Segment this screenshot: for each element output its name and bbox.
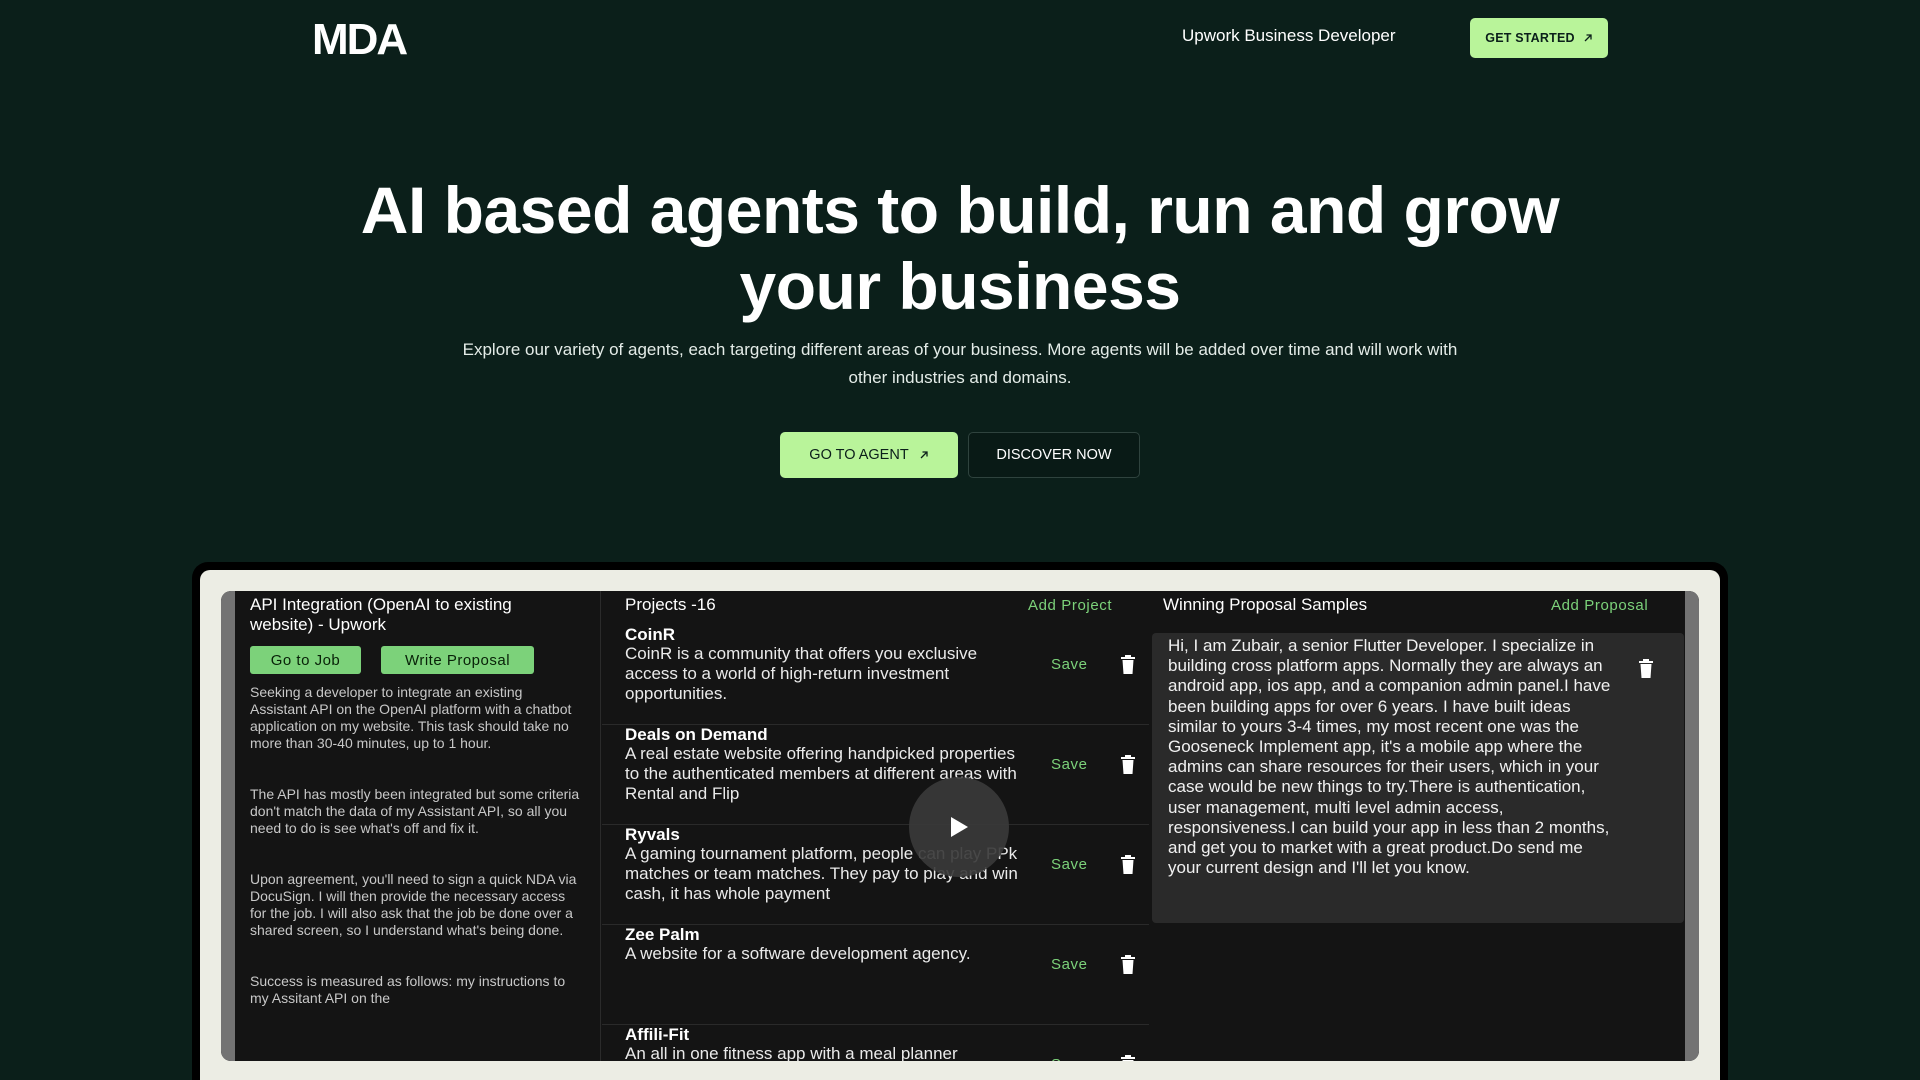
proposal-sample-text: Hi, I am Zubair, a senior Flutter Develo…: [1168, 636, 1611, 878]
agent-app-preview: API Integration (OpenAI to existing webs…: [221, 591, 1699, 1061]
trash-icon[interactable]: [1121, 855, 1135, 874]
projects-heading: Projects -16: [625, 595, 716, 614]
trash-icon[interactable]: [1639, 659, 1653, 678]
proposals-panel: Winning Proposal Samples Add Proposal Hi…: [1150, 591, 1685, 1061]
project-name: Affili-Fit: [625, 1025, 690, 1044]
trash-icon[interactable]: [1121, 655, 1135, 674]
project-name: Deals on Demand: [625, 725, 768, 744]
job-description-paragraph: Success is measured as follows: my instr…: [250, 973, 566, 1006]
save-project-button[interactable]: Save: [1051, 856, 1088, 873]
logo[interactable]: MDA: [312, 18, 422, 58]
project-description: A website for a software development age…: [625, 944, 971, 963]
go-to-agent-label: GO TO AGENT: [809, 447, 909, 463]
video-play-button[interactable]: [909, 777, 1009, 877]
project-item: Deals on Demand A real estate website of…: [602, 725, 1149, 825]
nav-link-upwork-business-developer[interactable]: Upwork Business Developer: [1182, 26, 1396, 46]
hero-subtitle: Explore our variety of agents, each targ…: [410, 336, 1510, 392]
go-to-job-button[interactable]: Go to Job: [250, 646, 361, 674]
project-item: CoinR CoinR is a community that offers y…: [602, 625, 1149, 725]
app-edge-left: [221, 591, 235, 1061]
job-description-paragraph: Seeking a developer to integrate an exis…: [250, 684, 572, 751]
hero-subtitle-line: Explore our variety of agents, each targ…: [462, 340, 1458, 359]
get-started-label: GET STARTED: [1485, 31, 1575, 45]
hero-subtitle-line: other industries and domains.: [848, 368, 1072, 387]
project-name: CoinR: [625, 625, 676, 644]
mda-logo-icon: MDA: [312, 18, 409, 58]
add-project-link[interactable]: Add Project: [1028, 597, 1112, 614]
hero-title-line: your business: [739, 249, 1181, 323]
save-project-button[interactable]: Save: [1051, 756, 1088, 773]
project-name: Zee Palm: [625, 925, 700, 944]
arrow-up-right-icon: [920, 451, 928, 459]
project-item: Zee Palm A website for a software develo…: [602, 925, 1149, 1025]
project-item: Affili-Fit An all in one fitness app wit…: [602, 1025, 1149, 1061]
go-to-agent-button[interactable]: GO TO AGENT: [780, 432, 958, 478]
project-name: Ryvals: [625, 825, 680, 844]
job-title: API Integration (OpenAI to existing webs…: [250, 595, 512, 634]
play-icon: [951, 817, 968, 837]
add-proposal-link[interactable]: Add Proposal: [1551, 597, 1648, 614]
app-edge-right: [1685, 591, 1699, 1061]
save-project-button[interactable]: Save: [1051, 956, 1088, 973]
svg-text:MDA: MDA: [312, 18, 407, 58]
hero-title-line: AI based agents to build, run and grow: [360, 173, 1560, 247]
project-item: Ryvals A gaming tournament platform, peo…: [602, 825, 1149, 925]
hero-title: AI based agents to build, run and grow y…: [260, 172, 1660, 324]
proposal-sample-card: Hi, I am Zubair, a senior Flutter Develo…: [1152, 633, 1684, 923]
trash-icon[interactable]: [1121, 1055, 1135, 1061]
projects-panel: Projects -16 Add Project CoinR CoinR is …: [602, 591, 1149, 1061]
save-project-button[interactable]: Save: [1051, 656, 1088, 673]
project-description: CoinR is a community that offers you exc…: [625, 644, 978, 703]
save-project-button[interactable]: Save: [1051, 1056, 1088, 1061]
discover-now-button[interactable]: DISCOVER NOW: [968, 432, 1140, 478]
trash-icon[interactable]: [1121, 955, 1135, 974]
get-started-button[interactable]: GET STARTED: [1470, 18, 1608, 58]
write-proposal-button[interactable]: Write Proposal: [381, 646, 534, 674]
job-description-paragraph: The API has mostly been integrated but s…: [250, 786, 580, 836]
job-description-paragraph: Upon agreement, you'll need to sign a qu…: [250, 871, 577, 938]
project-description: An all in one fitness app with a meal pl…: [625, 1044, 958, 1061]
job-description: Seeking a developer to integrate an exis…: [250, 684, 580, 1007]
trash-icon[interactable]: [1121, 755, 1135, 774]
proposals-heading: Winning Proposal Samples: [1163, 595, 1368, 614]
arrow-up-right-icon: [1584, 34, 1592, 42]
job-panel: API Integration (OpenAI to existing webs…: [235, 591, 601, 1061]
